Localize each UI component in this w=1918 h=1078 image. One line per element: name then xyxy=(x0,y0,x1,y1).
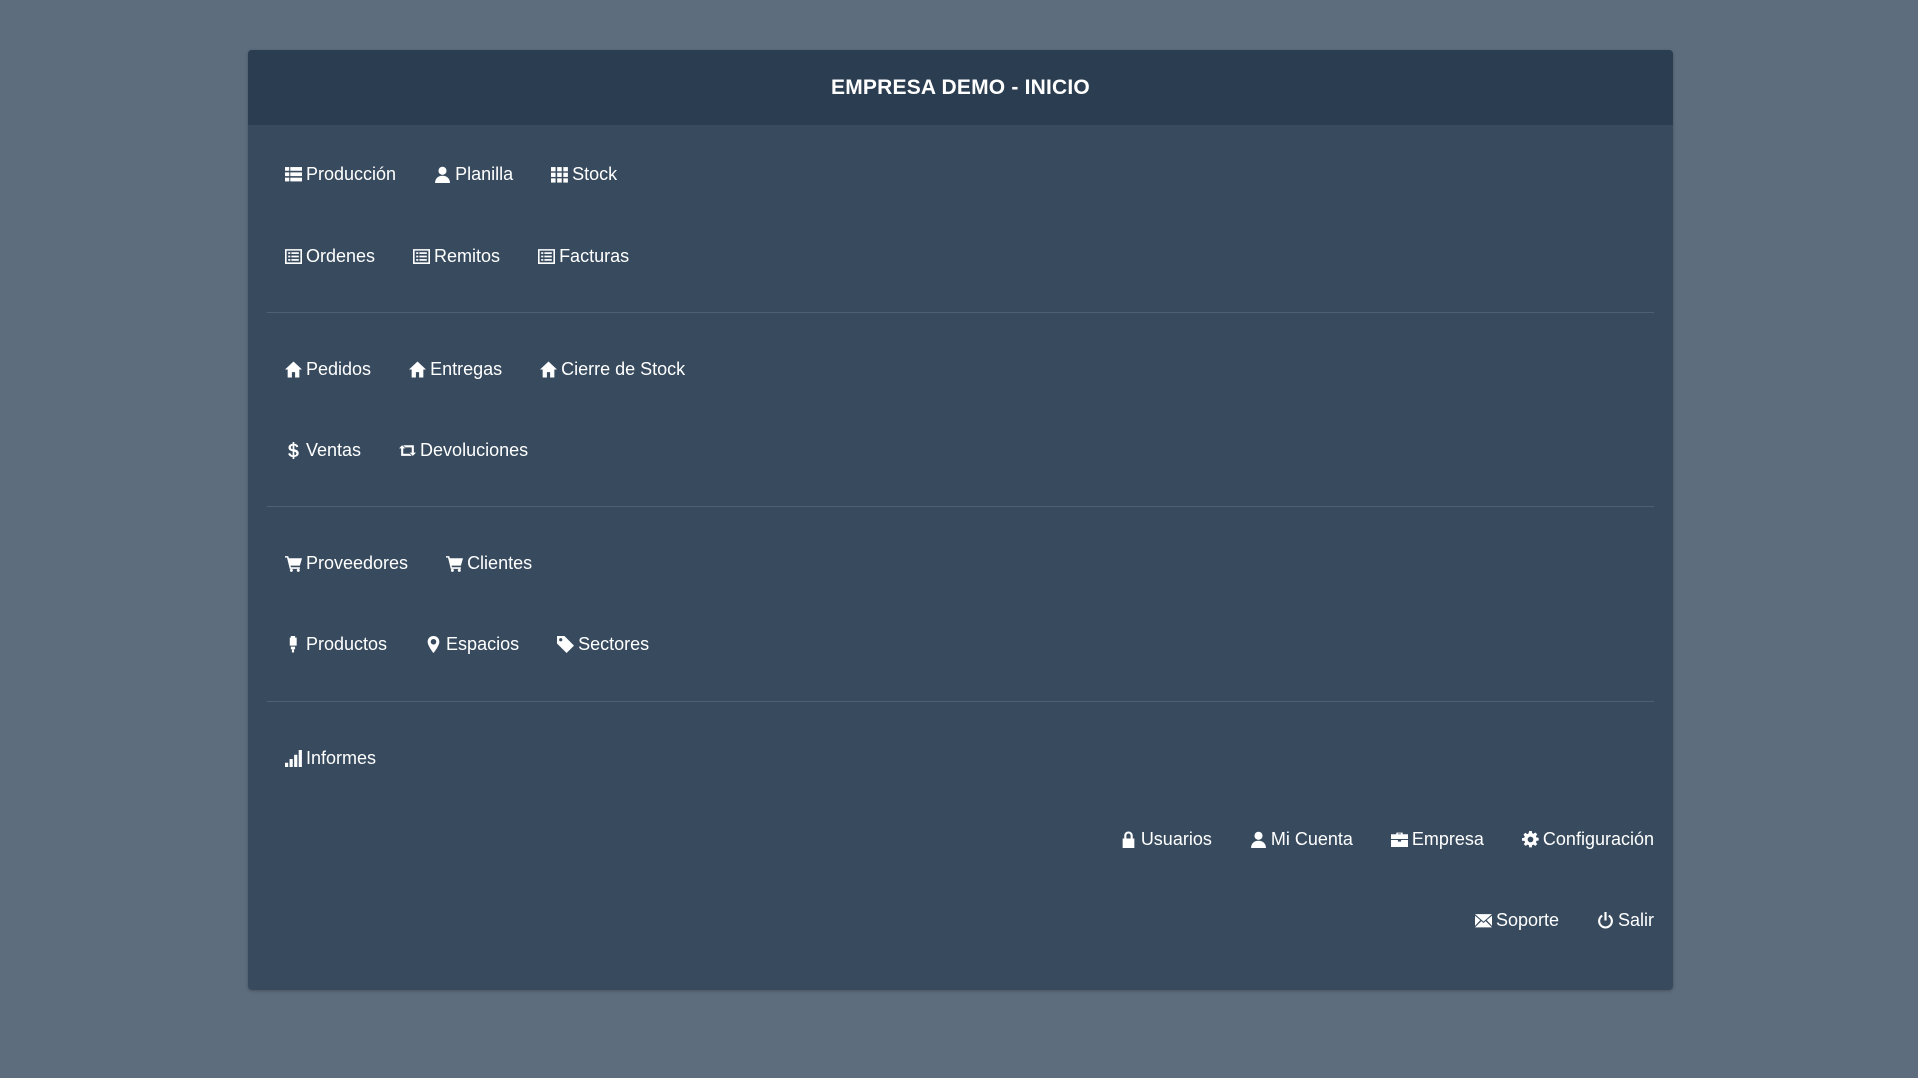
account-nav-row: Usuarios Mi Cuenta Empresa Configuración xyxy=(1082,826,1654,852)
envelope-icon xyxy=(1474,911,1493,930)
nav-link-mi-cuenta[interactable]: Mi Cuenta xyxy=(1249,829,1353,850)
cart-icon xyxy=(445,554,464,573)
nav-link-produccion[interactable]: Producción xyxy=(284,164,396,185)
nav-link-label: Entregas xyxy=(430,358,503,379)
nav-link-empresa[interactable]: Empresa xyxy=(1390,829,1484,850)
nav-link-label: Devoluciones xyxy=(420,439,529,460)
nav-link-remitos[interactable]: Remitos xyxy=(412,246,500,267)
nav-link-label: Facturas xyxy=(559,245,630,266)
nav-link-label: Clientes xyxy=(467,552,533,573)
nav-link-label: Informes xyxy=(306,747,377,768)
nav-link-ventas[interactable]: Ventas xyxy=(284,440,361,461)
nav-link-label: Ordenes xyxy=(306,245,376,266)
home-icon xyxy=(284,360,303,379)
section-divider xyxy=(267,701,1654,702)
list-alt-icon xyxy=(412,247,431,266)
nav-link-label: Productos xyxy=(306,633,388,654)
nav-link-label: Soporte xyxy=(1495,909,1559,930)
nav-row-proveedores: Proveedores Clientes xyxy=(284,550,569,576)
map-marker-icon xyxy=(424,635,443,654)
retweet-icon xyxy=(398,441,417,460)
section-divider xyxy=(267,312,1654,313)
page-title: EMPRESA DEMO - INICIO xyxy=(831,75,1090,99)
home-icon xyxy=(408,360,427,379)
power-icon xyxy=(1596,911,1615,930)
nav-link-espacios[interactable]: Espacios xyxy=(424,634,519,655)
nav-link-configuracion[interactable]: Configuración xyxy=(1521,829,1654,850)
main-panel: EMPRESA DEMO - INICIO Producción Planill… xyxy=(248,50,1673,990)
nav-row-ordenes: Ordenes Remitos Facturas xyxy=(284,243,666,269)
nav-link-pedidos[interactable]: Pedidos xyxy=(284,359,371,380)
nav-link-sectores[interactable]: Sectores xyxy=(556,634,649,655)
nav-link-usuarios[interactable]: Usuarios xyxy=(1119,829,1212,850)
list-alt-icon xyxy=(537,247,556,266)
lamp-icon xyxy=(284,635,303,654)
nav-link-label: Empresa xyxy=(1411,828,1484,849)
list-icon xyxy=(284,165,303,184)
cart-icon xyxy=(284,554,303,573)
nav-link-salir[interactable]: Salir xyxy=(1596,910,1654,931)
nav-row-productos: Productos Espacios Sectores xyxy=(284,631,686,657)
signal-icon xyxy=(284,749,303,768)
nav-link-label: Stock xyxy=(572,163,618,184)
nav-link-label: Sectores xyxy=(578,633,650,654)
dollar-icon xyxy=(284,441,303,460)
nav-link-label: Salir xyxy=(1617,909,1654,930)
nav-link-label: Proveedores xyxy=(306,552,409,573)
list-alt-icon xyxy=(284,247,303,266)
cog-icon xyxy=(1521,830,1540,849)
nav-link-label: Remitos xyxy=(434,245,501,266)
nav-link-informes[interactable]: Informes xyxy=(284,748,376,769)
account-nav-row: Soporte Salir xyxy=(1437,907,1654,933)
user-icon xyxy=(433,165,452,184)
nav-link-ordenes[interactable]: Ordenes xyxy=(284,246,375,267)
user-icon xyxy=(1249,830,1268,849)
nav-link-soporte[interactable]: Soporte xyxy=(1474,910,1559,931)
lock-icon xyxy=(1119,830,1138,849)
home-icon xyxy=(539,360,558,379)
nav-link-label: Configuración xyxy=(1542,828,1654,849)
nav-row-produccion: Producción Planilla Stock xyxy=(284,161,654,187)
nav-link-label: Producción xyxy=(306,163,397,184)
nav-link-label: Mi Cuenta xyxy=(1270,828,1353,849)
nav-link-label: Usuarios xyxy=(1140,828,1212,849)
nav-link-devoluciones[interactable]: Devoluciones xyxy=(398,440,528,461)
nav-row-ventas: Ventas Devoluciones xyxy=(284,437,565,463)
nav-link-entregas[interactable]: Entregas xyxy=(408,359,502,380)
nav-link-label: Cierre de Stock xyxy=(561,358,686,379)
nav-link-proveedores[interactable]: Proveedores xyxy=(284,553,408,574)
nav-link-stock[interactable]: Stock xyxy=(550,164,617,185)
nav-link-cierre-de-stock[interactable]: Cierre de Stock xyxy=(539,359,685,380)
nav-row-informes: Informes xyxy=(284,745,413,771)
nav-link-productos[interactable]: Productos xyxy=(284,634,387,655)
panel-header: EMPRESA DEMO - INICIO xyxy=(248,50,1673,125)
nav-row-pedidos: Pedidos Entregas Cierre de Stock xyxy=(284,356,722,382)
nav-link-label: Espacios xyxy=(446,633,520,654)
nav-link-label: Pedidos xyxy=(306,358,372,379)
nav-link-label: Ventas xyxy=(306,439,362,460)
nav-link-planilla[interactable]: Planilla xyxy=(433,164,513,185)
grid-icon xyxy=(550,165,569,184)
section-divider xyxy=(267,506,1654,507)
tag-icon xyxy=(556,635,575,654)
nav-link-label: Planilla xyxy=(455,163,514,184)
nav-link-clientes[interactable]: Clientes xyxy=(445,553,532,574)
nav-link-facturas[interactable]: Facturas xyxy=(537,246,629,267)
briefcase-icon xyxy=(1390,830,1409,849)
